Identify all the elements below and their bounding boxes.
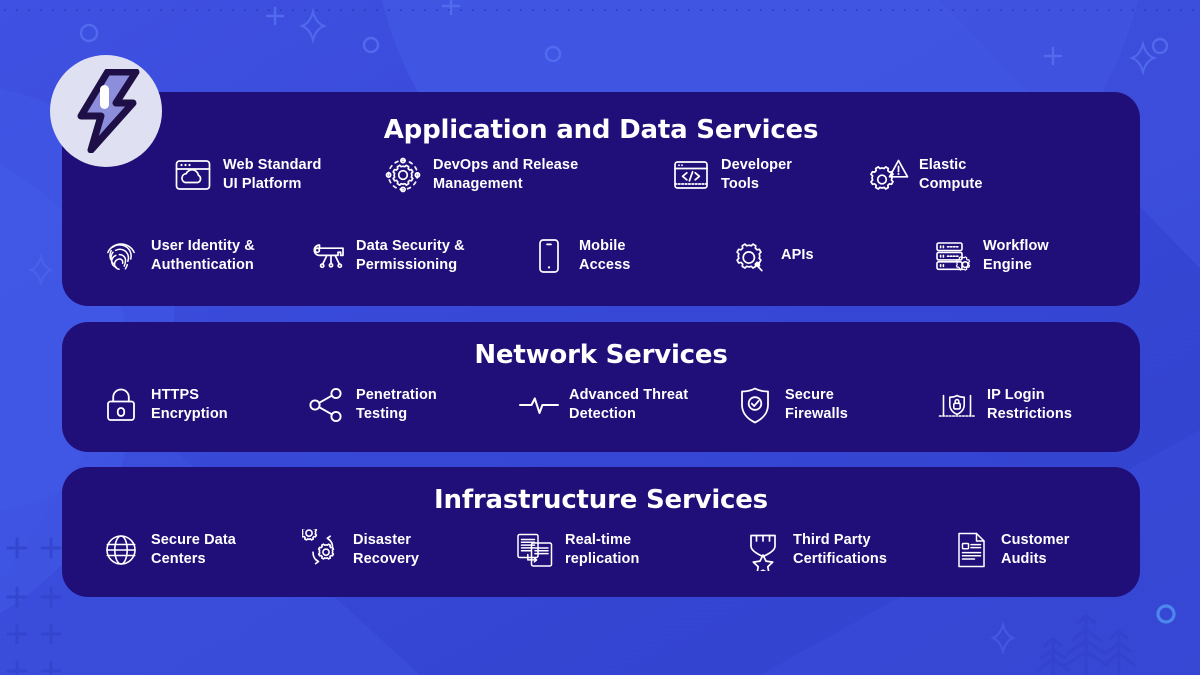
service-label: Mobile Access [579,237,631,273]
service-item-data-security-permissioning[interactable]: Data Security & Permissioning [305,235,465,277]
panel-application-and-data-services: Application and Data Services Web Standa… [62,92,1140,306]
key-network-icon [305,235,347,277]
service-item-devops-and-release-management[interactable]: DevOps and Release Management [382,154,578,196]
panel-title-infrastructure-services: Infrastructure Services [434,485,768,515]
gear-orbit-icon [382,154,424,196]
lightning-bolt-icon [77,69,140,153]
service-item-web-standard-ui-platform[interactable]: Web Standard UI Platform [172,154,321,196]
panel-network-services: Network Services HTTPS Encryption Penetr… [62,322,1140,452]
server-gear-icon [932,235,974,277]
panel-title-application-and-data-services: Application and Data Services [383,115,819,145]
service-item-ip-login-restrictions[interactable]: IP Login Restrictions [936,384,1072,426]
service-label: Workflow Engine [983,237,1049,273]
infographic-canvas: Application and Data Services Web Standa… [0,0,1200,675]
service-label: Penetration Testing [356,386,437,422]
service-label: APIs [781,247,814,264]
document-lines-icon [950,529,992,571]
service-item-workflow-engine[interactable]: Workflow Engine [932,235,1049,277]
gear-warning-icon [868,154,910,196]
service-item-customer-audits[interactable]: Customer Audits [950,529,1069,571]
panel-title-network-services: Network Services [474,340,728,370]
fingerprint-icon [100,235,142,277]
service-item-https-encryption[interactable]: HTTPS Encryption [100,384,228,426]
share-nodes-icon [305,384,347,426]
service-item-elastic-compute[interactable]: Elastic Compute [868,154,983,196]
service-label: Web Standard UI Platform [223,156,322,192]
badge-star-icon [742,529,784,571]
service-label: Disaster Recovery [353,531,420,567]
service-item-user-identity-authentication[interactable]: User Identity & Authentication [100,235,255,277]
shield-check-icon [734,384,776,426]
service-label: HTTPS Encryption [151,386,228,422]
service-item-real-time-replication[interactable]: Real-time replication [514,529,639,571]
laptop-lock-icon [936,384,978,426]
mobile-phone-icon [528,235,570,277]
service-item-apis[interactable]: APIs [730,235,814,277]
service-item-penetration-testing[interactable]: Penetration Testing [305,384,437,426]
service-label: Customer Audits [1001,531,1070,567]
documents-sync-icon [514,529,556,571]
service-item-developer-tools[interactable]: Developer Tools [670,154,792,196]
service-item-secure-firewalls[interactable]: Secure Firewalls [734,384,848,426]
service-label: Data Security & Permissioning [356,237,465,273]
panel-infrastructure-services: Infrastructure Services Secure Data Cent… [62,467,1140,597]
service-label: User Identity & Authentication [151,237,255,273]
service-label: Secure Data Centers [151,531,236,567]
browser-cloud-icon [172,154,214,196]
service-label: Elastic Compute [919,156,983,192]
padlock-icon [100,384,142,426]
service-item-mobile-access[interactable]: Mobile Access [528,235,630,277]
service-item-secure-data-centers[interactable]: Secure Data Centers [100,529,236,571]
globe-icon [100,529,142,571]
service-label: Advanced Threat Detection [569,386,689,422]
gear-magnifier-icon [730,235,772,277]
service-label: DevOps and Release Management [433,156,579,192]
service-item-third-party-certifications[interactable]: Third Party Certifications [742,529,887,571]
service-label: Secure Firewalls [785,386,848,422]
service-item-advanced-threat-detection[interactable]: Advanced Threat Detection [518,384,688,426]
service-item-disaster-recovery[interactable]: Disaster Recovery [302,529,419,571]
service-label: Third Party Certifications [793,531,888,567]
service-label: Real-time replication [565,531,640,567]
code-window-icon [670,154,712,196]
service-label: Developer Tools [721,156,793,192]
pulse-line-icon [518,384,560,426]
gears-recycle-icon [302,529,344,571]
brand-logo-badge [50,55,162,167]
service-label: IP Login Restrictions [987,386,1072,422]
